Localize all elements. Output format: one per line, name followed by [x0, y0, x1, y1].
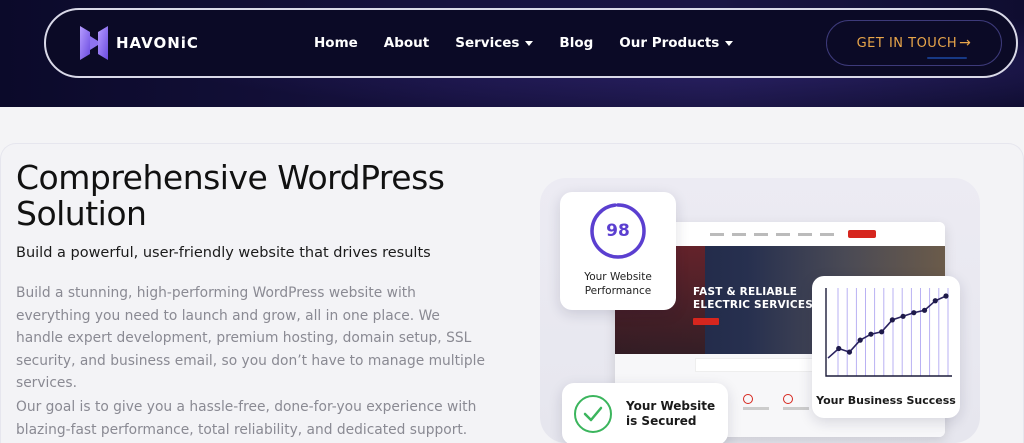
chevron-down-icon [525, 40, 534, 46]
nav-about-label: About [383, 35, 430, 51]
check-circle-icon [574, 395, 612, 433]
hero-paragraph-1: Build a stunning, high-performing WordPr… [16, 285, 485, 391]
chart-point [911, 310, 917, 316]
chart-point [932, 298, 938, 304]
logo-text: HAVONiC [116, 34, 199, 52]
arrow-right-icon: → [959, 35, 972, 51]
nav-our-products-label: Our Products [619, 35, 720, 51]
performance-score: 98 [606, 221, 630, 241]
nav-services[interactable]: Services [455, 35, 534, 51]
nav-blog-label: Blog [559, 35, 594, 51]
mockup-feature [743, 394, 783, 410]
main-nav: Home About Services Blog Our Products [314, 10, 759, 76]
chart-point [943, 293, 949, 299]
security-card: Your Website is Secured [562, 383, 728, 443]
chart-point [900, 313, 906, 319]
performance-label: Your Website Performance [584, 271, 652, 297]
chevron-down-icon [725, 40, 734, 46]
mockup-hero-button [693, 318, 719, 325]
get-in-touch-button[interactable]: GET IN TOUCH → [826, 20, 1002, 66]
nav-home[interactable]: Home [314, 35, 358, 51]
hero-subtitle: Build a powerful, user-friendly website … [16, 245, 431, 261]
get-in-touch-label: GET IN TOUCH [856, 35, 958, 51]
chart-point [857, 337, 863, 343]
mockup-hero-text: FAST & RELIABLE ELECTRIC SERVICES [693, 286, 813, 311]
nav-blog[interactable]: Blog [559, 35, 593, 51]
page-title: Comprehensive WordPress Solution [16, 158, 445, 233]
navbar: HAVONiC Home About Services Blog Our Pro… [44, 8, 1018, 78]
logo[interactable]: HAVONiC [76, 24, 199, 62]
chart-point [921, 307, 928, 313]
nav-home-label: Home [314, 35, 358, 51]
chart-point [879, 329, 885, 335]
nav-about[interactable]: About [384, 35, 429, 51]
chart-point [868, 331, 874, 337]
business-success-label: Your Business Success [816, 394, 956, 407]
business-success-chart [825, 288, 952, 377]
chart-point [836, 345, 842, 352]
nav-services-label: Services [455, 35, 520, 51]
nav-our-products[interactable]: Our Products [619, 35, 734, 51]
security-label: Your Website is Secured [626, 399, 716, 428]
havonic-logo-icon [76, 24, 112, 62]
performance-card: 98 Your Website Performance [560, 192, 676, 310]
business-success-card: Your Business Success [812, 276, 960, 418]
hero-paragraph-2: Our goal is to give you a hassle-free, d… [16, 399, 477, 438]
chart-line [827, 295, 947, 359]
hero-illustration: FAST & RELIABLE ELECTRIC SERVICES 98 You… [540, 178, 990, 443]
chart-point [889, 317, 895, 323]
chart-point [846, 349, 853, 355]
